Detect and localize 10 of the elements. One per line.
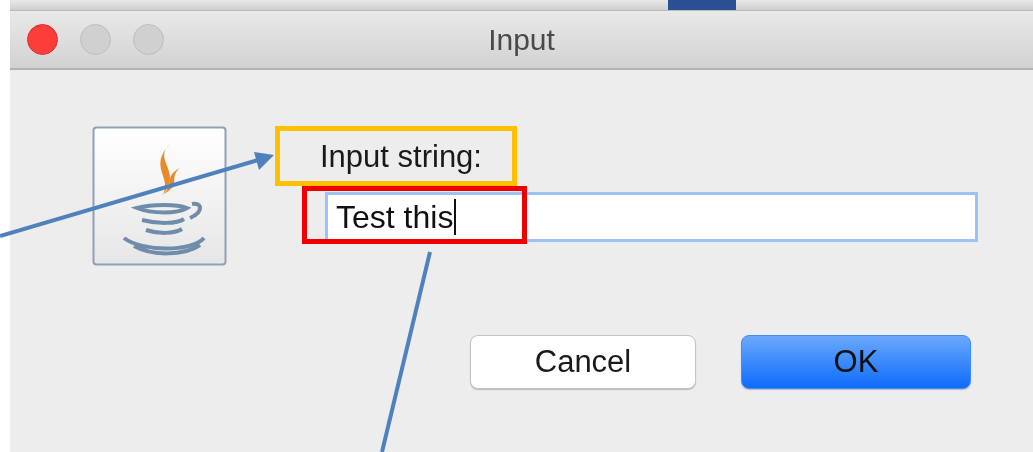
ok-button[interactable]: OK xyxy=(741,335,971,389)
minimize-button[interactable] xyxy=(80,24,111,55)
input-prompt: Input string: xyxy=(275,126,517,186)
coffee-cup-icon xyxy=(92,126,227,266)
zoom-button[interactable] xyxy=(133,24,164,55)
close-button[interactable] xyxy=(27,24,58,55)
window-title: Input xyxy=(488,22,555,57)
text-cursor xyxy=(454,199,457,235)
input-field[interactable]: Test this xyxy=(325,192,978,242)
cancel-button[interactable]: Cancel xyxy=(470,335,696,389)
